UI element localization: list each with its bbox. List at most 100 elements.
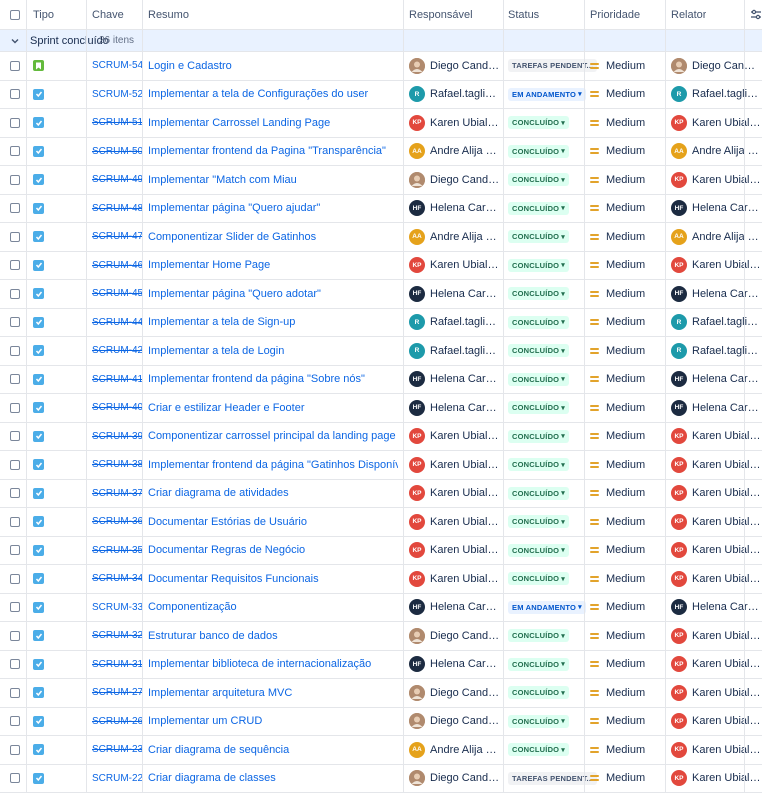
reporter-cell[interactable]: Diego Candido — [671, 52, 761, 80]
reporter-cell[interactable]: R Rafael.tagliaferro — [671, 337, 761, 365]
issue-summary-link[interactable]: Criar diagrama de atividades — [148, 480, 398, 508]
reporter-cell[interactable]: HF Helena Carvalho ... — [671, 280, 761, 308]
issue-key-link[interactable]: SCRUM-23 — [92, 736, 143, 764]
checkbox-box[interactable] — [10, 744, 20, 755]
select-all-checkbox[interactable] — [10, 0, 20, 29]
status-dropdown[interactable]: CONCLUÍDO ▾ — [508, 543, 569, 557]
priority-cell[interactable]: Medium — [590, 195, 645, 223]
status-cell[interactable]: CONCLUÍDO ▾ — [508, 708, 569, 736]
issue-key-link[interactable]: SCRUM-36 — [92, 508, 143, 536]
reporter-cell[interactable]: KP Karen Ubial Pereira — [671, 736, 761, 764]
header-priority[interactable]: Prioridade — [590, 0, 640, 29]
row-checkbox[interactable] — [10, 736, 20, 764]
status-cell[interactable]: CONCLUÍDO ▾ — [508, 252, 569, 280]
issue-key-link[interactable]: SCRUM-22 — [92, 765, 143, 793]
reporter-cell[interactable]: KP Karen Ubial Pereira — [671, 708, 761, 736]
priority-cell[interactable]: Medium — [590, 537, 645, 565]
status-cell[interactable]: CONCLUÍDO ▾ — [508, 394, 569, 422]
sprint-group-row[interactable]: Sprint concluído 26 itens — [0, 30, 762, 52]
column-settings-icon[interactable] — [750, 0, 762, 29]
row-checkbox[interactable] — [10, 280, 20, 308]
reporter-cell[interactable]: KP Karen Ubial Pereira — [671, 451, 761, 479]
assignee-cell[interactable]: Diego Candido — [409, 679, 501, 707]
issue-summary-link[interactable]: Estruturar banco de dados — [148, 622, 398, 650]
chevron-down-icon[interactable] — [11, 30, 19, 51]
assignee-cell[interactable]: Diego Candido — [409, 708, 501, 736]
priority-cell[interactable]: Medium — [590, 223, 645, 251]
reporter-cell[interactable]: KP Karen Ubial Pereira — [671, 480, 761, 508]
row-checkbox[interactable] — [10, 537, 20, 565]
issue-key-link[interactable]: SCRUM-32 — [92, 622, 143, 650]
row-checkbox[interactable] — [10, 52, 20, 80]
priority-cell[interactable]: Medium — [590, 366, 645, 394]
issue-summary-link[interactable]: Implementar Carrossel Landing Page — [148, 109, 398, 137]
table-row[interactable]: SCRUM-27 Implementar arquitetura MVC Diego… — [0, 679, 762, 708]
issue-summary-link[interactable]: Criar diagrama de sequência — [148, 736, 398, 764]
priority-cell[interactable]: Medium — [590, 394, 645, 422]
reporter-cell[interactable]: HF Helena Carvalho ... — [671, 394, 761, 422]
table-row[interactable]: SCRUM-41 Implementar frontend da página "… — [0, 366, 762, 394]
issue-key-link[interactable]: SCRUM-39 — [92, 423, 143, 451]
issue-key-link[interactable]: SCRUM-31 — [92, 651, 143, 679]
reporter-cell[interactable]: KP Karen Ubial Pereira — [671, 622, 761, 650]
table-row[interactable]: SCRUM-32 Estruturar banco de dados Diego C… — [0, 622, 762, 651]
issue-summary-link[interactable]: Documentar Estórias de Usuário — [148, 508, 398, 536]
issue-summary-link[interactable]: Implementar página "Quero adotar" — [148, 280, 398, 308]
issue-summary-link[interactable]: Implementar um CRUD — [148, 708, 398, 736]
assignee-cell[interactable]: KP Karen Ubial Pereira — [409, 480, 501, 508]
status-dropdown[interactable]: CONCLUÍDO ▾ — [508, 315, 569, 329]
issue-summary-link[interactable]: Implementar arquitetura MVC — [148, 679, 398, 707]
issue-key-link[interactable]: SCRUM-46 — [92, 252, 143, 280]
issue-key-link[interactable]: SCRUM-45 — [92, 280, 143, 308]
row-checkbox[interactable] — [10, 109, 20, 137]
table-row[interactable]: SCRUM-37 Criar diagrama de atividades KP Ka… — [0, 480, 762, 508]
issue-key-link[interactable]: SCRUM-35 — [92, 537, 143, 565]
priority-cell[interactable]: Medium — [590, 736, 645, 764]
status-cell[interactable]: CONCLUÍDO ▾ — [508, 423, 569, 451]
status-dropdown[interactable]: CONCLUÍDO ▾ — [508, 429, 569, 443]
issue-key-link[interactable]: SCRUM-51 — [92, 109, 143, 137]
table-row[interactable]: SCRUM-39 Componentizar carrossel principa… — [0, 423, 762, 451]
table-row[interactable]: SCRUM-51 Implementar Carrossel Landing Pa… — [0, 109, 762, 138]
issue-summary-link[interactable]: Documentar Regras de Negócio — [148, 537, 398, 565]
issue-summary-link[interactable]: Criar diagrama de classes — [148, 765, 398, 793]
assignee-cell[interactable]: R Rafael.tagliaferro — [409, 81, 501, 109]
status-dropdown[interactable]: CONCLUÍDO ▾ — [508, 515, 569, 529]
status-cell[interactable]: CONCLUÍDO ▾ — [508, 508, 569, 536]
assignee-cell[interactable]: HF Helena Carvalho ... — [409, 280, 501, 308]
assignee-cell[interactable]: HF Helena Carvalho ... — [409, 366, 501, 394]
assignee-cell[interactable]: HF Helena Carvalho ... — [409, 651, 501, 679]
status-dropdown[interactable]: CONCLUÍDO ▾ — [508, 657, 569, 671]
priority-cell[interactable]: Medium — [590, 109, 645, 137]
issue-key-link[interactable]: SCRUM-52 — [92, 81, 143, 109]
priority-cell[interactable]: Medium — [590, 622, 645, 650]
issue-summary-link[interactable]: Login e Cadastro — [148, 52, 398, 80]
priority-cell[interactable]: Medium — [590, 337, 645, 365]
checkbox-box[interactable] — [10, 203, 20, 214]
checkbox-box[interactable] — [10, 602, 20, 613]
table-row[interactable]: SCRUM-36 Documentar Estórias de Usuário KP… — [0, 508, 762, 537]
issue-summary-link[interactable]: Documentar Requisitos Funcionais — [148, 565, 398, 593]
status-dropdown[interactable]: CONCLUÍDO ▾ — [508, 144, 569, 158]
priority-cell[interactable]: Medium — [590, 480, 645, 508]
priority-cell[interactable]: Medium — [590, 765, 645, 793]
checkbox-box[interactable] — [10, 545, 20, 556]
assignee-cell[interactable]: KP Karen Ubial Pereira — [409, 537, 501, 565]
issue-summary-link[interactable]: Implementar biblioteca de internacionali… — [148, 651, 398, 679]
status-cell[interactable]: CONCLUÍDO ▾ — [508, 337, 569, 365]
status-cell[interactable]: CONCLUÍDO ▾ — [508, 622, 569, 650]
priority-cell[interactable]: Medium — [590, 508, 645, 536]
reporter-cell[interactable]: HF Helena Carvalho ... — [671, 594, 761, 622]
checkbox-box[interactable] — [10, 174, 20, 185]
status-cell[interactable]: CONCLUÍDO ▾ — [508, 736, 569, 764]
header-type[interactable]: Tipo — [33, 0, 54, 29]
header-reporter[interactable]: Relator — [671, 0, 706, 29]
row-checkbox[interactable] — [10, 223, 20, 251]
table-row[interactable]: SCRUM-47 Componentizar Slider de Gatinhos… — [0, 223, 762, 252]
priority-cell[interactable]: Medium — [590, 52, 645, 80]
reporter-cell[interactable]: KP Karen Ubial Pereira — [671, 565, 761, 593]
checkbox-box[interactable] — [10, 630, 20, 641]
row-checkbox[interactable] — [10, 423, 20, 451]
issue-key-link[interactable]: SCRUM-34 — [92, 565, 143, 593]
checkbox-box[interactable] — [10, 459, 20, 470]
